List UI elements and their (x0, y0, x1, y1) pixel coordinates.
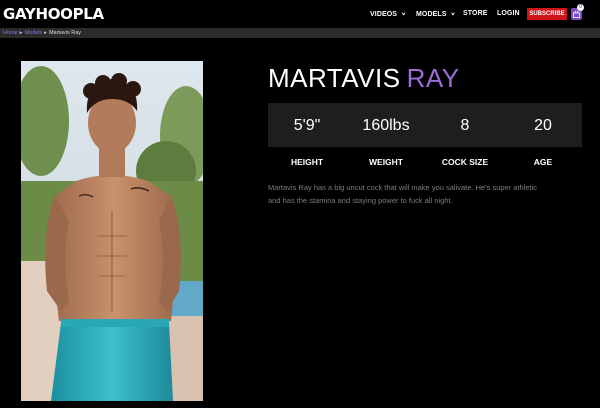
model-name: MARTAVIS RAY (268, 63, 460, 94)
model-first-name: MARTAVIS (268, 63, 401, 93)
nav-models[interactable]: MODELS ∨ (416, 10, 456, 18)
model-photo (21, 61, 203, 401)
nav-videos[interactable]: VIDEOS ∨ (370, 10, 406, 18)
stat-height-label: HEIGHT (290, 157, 324, 167)
model-bio: Martavis Ray has a big uncut cock that w… (268, 183, 538, 205)
stat-weight-value: 160lbs (362, 117, 410, 134)
stats-panel: 5'9" 160lbs 8 20 (268, 103, 582, 147)
breadcrumb-models[interactable]: Models (24, 30, 42, 36)
site-logo[interactable]: GAYHOOPLA (3, 5, 104, 23)
stat-age-label: AGE (533, 157, 553, 167)
chevron-down-icon: ∨ (450, 12, 456, 17)
nav-store[interactable]: STORE (463, 10, 488, 17)
chevron-down-icon: ∨ (401, 12, 407, 17)
site-header: GAYHOOPLA VIDEOS ∨ MODELS ∨ STORE LOGIN SU… (0, 0, 600, 28)
breadcrumb-separator: ▸ (19, 30, 23, 36)
stat-cock-size-value: 8 (460, 117, 470, 134)
model-page: GAYHOOPLA VIDEOS ∨ MODELS ∨ STORE LOGIN SU… (0, 0, 600, 408)
model-last-name: RAY (406, 63, 460, 93)
stat-height-value: 5'9" (293, 117, 321, 134)
stat-weight-label: WEIGHT (369, 157, 403, 167)
stat-age-value: 20 (534, 117, 552, 134)
shopping-bag-icon (573, 11, 580, 18)
breadcrumb: Home ▸ Models ▸ Martavis Ray (0, 28, 600, 38)
nav-models-label: MODELS (416, 11, 447, 18)
nav-login-label: LOGIN (497, 10, 520, 17)
nav-store-label: STORE (463, 10, 488, 17)
subscribe-button[interactable]: SUBSCRIBE (527, 8, 567, 20)
breadcrumb-current: Martavis Ray (48, 30, 82, 36)
stat-cock-size-label: COCK SIZE (441, 157, 489, 167)
breadcrumb-separator: ▸ (44, 30, 47, 36)
nav-login[interactable]: LOGIN (497, 10, 520, 17)
cart-count-badge: 0 (577, 4, 584, 11)
nav-videos-label: VIDEOS (370, 11, 398, 18)
breadcrumb-home[interactable]: Home (3, 30, 18, 36)
